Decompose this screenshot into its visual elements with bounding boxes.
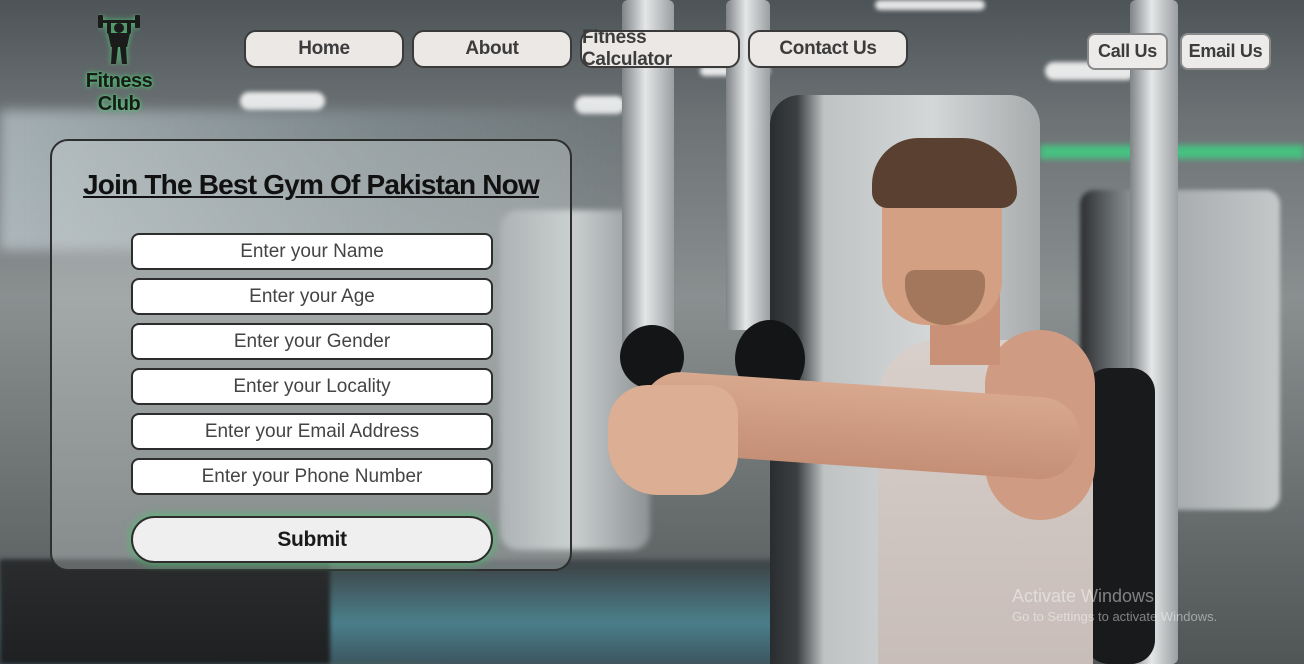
name-input[interactable]	[131, 233, 493, 270]
email-input[interactable]	[131, 413, 493, 450]
email-us-button[interactable]: Email Us	[1180, 33, 1271, 70]
nav-contact-us-label: Contact Us	[779, 38, 877, 59]
nav-contact-us-button[interactable]: Contact Us	[748, 30, 908, 68]
watermark-subtitle: Go to Settings to activate Windows.	[1012, 609, 1218, 624]
locality-input[interactable]	[131, 368, 493, 405]
windows-activation-watermark: Activate Windows Go to Settings to activ…	[1012, 586, 1217, 624]
nav-about-button[interactable]: About	[412, 30, 572, 68]
email-us-label: Email Us	[1188, 41, 1263, 61]
nav-about-label: About	[465, 38, 519, 59]
bodybuilder-dumbbell-icon	[98, 15, 140, 64]
nav-home-label: Home	[298, 38, 350, 59]
treadmill	[0, 560, 330, 664]
brand-name: Fitness Club	[85, 70, 153, 115]
call-us-label: Call Us	[1098, 41, 1157, 61]
watermark-title: Activate Windows	[1012, 586, 1155, 606]
nav-fitness-calculator-button[interactable]: Fitness Calculator	[580, 27, 740, 70]
nav-fitness-calculator-label: Fitness Calculator	[582, 27, 672, 70]
membership-form-card: Join The Best Gym Of Pakistan Now Submit	[50, 139, 572, 571]
gender-input[interactable]	[131, 323, 493, 360]
form-title: Join The Best Gym Of Pakistan Now	[83, 169, 540, 200]
person-hair	[872, 138, 1017, 208]
submit-button[interactable]: Submit	[131, 516, 493, 563]
call-us-button[interactable]: Call Us	[1087, 33, 1168, 70]
ceiling-light	[875, 0, 985, 10]
age-input[interactable]	[131, 278, 493, 315]
phone-input[interactable]	[131, 458, 493, 495]
person-hands	[608, 385, 738, 495]
brand-logo[interactable]: Fitness Club	[64, 14, 174, 116]
ceiling-light	[240, 92, 325, 110]
nav-home-button[interactable]: Home	[244, 30, 404, 68]
